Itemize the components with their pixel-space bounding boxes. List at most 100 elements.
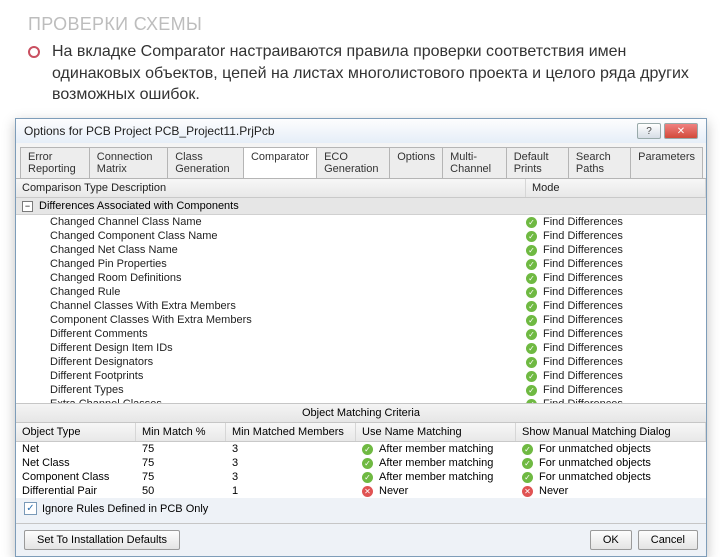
subfooter: ✓ Ignore Rules Defined in PCB Only — [16, 498, 706, 523]
cell-desc: Different Designators — [16, 356, 526, 368]
cell-desc: Component Classes With Extra Members — [16, 314, 526, 326]
cell-desc: Different Comments — [16, 328, 526, 340]
check-icon: ✓ — [362, 458, 373, 469]
cell-mode[interactable]: ✓Find Differences — [526, 300, 706, 312]
cell-desc: Different Design Item IDs — [16, 342, 526, 354]
cancel-button[interactable]: Cancel — [638, 530, 698, 550]
grid-rows: Changed Channel Class Name✓Find Differen… — [16, 215, 706, 403]
cell-desc: Changed Net Class Name — [16, 244, 526, 256]
table-row[interactable]: Different Footprints✓Find Differences — [16, 369, 706, 383]
tab-error-reporting[interactable]: Error Reporting — [20, 147, 90, 178]
check-icon: ✓ — [526, 217, 537, 228]
cell-mode[interactable]: ✓Find Differences — [526, 384, 706, 396]
bullet-icon — [28, 46, 40, 58]
cell-mode[interactable]: ✓Find Differences — [526, 342, 706, 354]
check-icon: ✓ — [522, 458, 533, 469]
ok-button[interactable]: OK — [590, 530, 632, 550]
check-icon: ✓ — [362, 444, 373, 455]
check-icon: ✓ — [522, 444, 533, 455]
comparator-panel: Comparison Type Description Mode − Diffe… — [16, 179, 706, 556]
bullet-row: На вкладке Comparator настраиваются прав… — [0, 41, 720, 116]
table-row[interactable]: Changed Room Definitions✓Find Difference… — [16, 271, 706, 285]
cell-desc: Different Types — [16, 384, 526, 396]
tab-options[interactable]: Options — [389, 147, 443, 178]
cell-mode[interactable]: ✓Find Differences — [526, 244, 706, 256]
col-use-name[interactable]: Use Name Matching — [356, 423, 516, 441]
cell-desc: Changed Room Definitions — [16, 272, 526, 284]
tabs: Error ReportingConnection MatrixClass Ge… — [16, 143, 706, 179]
collapse-icon[interactable]: − — [22, 201, 33, 212]
cell-mode[interactable]: ✓Find Differences — [526, 398, 706, 403]
set-defaults-button[interactable]: Set To Installation Defaults — [24, 530, 180, 550]
col-desc[interactable]: Comparison Type Description — [16, 179, 526, 197]
slide-title: ПРОВЕРКИ СХЕМЫ — [0, 0, 720, 41]
help-button[interactable]: ? — [637, 123, 661, 139]
cell-mode[interactable]: ✓Find Differences — [526, 314, 706, 326]
check-icon: ✓ — [526, 371, 537, 382]
cell-mode[interactable]: ✓Find Differences — [526, 272, 706, 284]
cell-desc: Changed Component Class Name — [16, 230, 526, 242]
checkbox-label: Ignore Rules Defined in PCB Only — [42, 503, 208, 515]
table-row[interactable]: Changed Component Class Name✓Find Differ… — [16, 229, 706, 243]
criteria-title: Object Matching Criteria — [16, 403, 706, 423]
tab-parameters[interactable]: Parameters — [630, 147, 703, 178]
cell-mode[interactable]: ✓Find Differences — [526, 230, 706, 242]
tab-default-prints[interactable]: Default Prints — [506, 147, 569, 178]
table-row[interactable]: Different Types✓Find Differences — [16, 383, 706, 397]
group-row[interactable]: − Differences Associated with Components — [16, 198, 706, 215]
col-show-dialog[interactable]: Show Manual Matching Dialog — [516, 423, 706, 441]
table-row[interactable]: Different Comments✓Find Differences — [16, 327, 706, 341]
tab-comparator[interactable]: Comparator — [243, 147, 317, 178]
tab-eco-generation[interactable]: ECO Generation — [316, 147, 390, 178]
cell-mode[interactable]: ✓Find Differences — [526, 356, 706, 368]
check-icon: ✓ — [526, 399, 537, 404]
cell-mode[interactable]: ✓Find Differences — [526, 286, 706, 298]
check-icon: ✓ — [526, 329, 537, 340]
col-min-match[interactable]: Min Match % — [136, 423, 226, 441]
check-icon: ✓ — [526, 315, 537, 326]
check-icon: ✓ — [526, 301, 537, 312]
cell-mode[interactable]: ✓Find Differences — [526, 328, 706, 340]
cell-mode[interactable]: ✓Find Differences — [526, 370, 706, 382]
grid-header: Comparison Type Description Mode — [16, 179, 706, 198]
check-icon: ✓ — [362, 472, 373, 483]
cell-mode[interactable]: ✓Find Differences — [526, 258, 706, 270]
table-row[interactable]: Changed Net Class Name✓Find Differences — [16, 243, 706, 257]
table-row[interactable]: Extra Channel Classes✓Find Differences — [16, 397, 706, 403]
cell-desc: Extra Channel Classes — [16, 398, 526, 403]
table-row[interactable]: Changed Rule✓Find Differences — [16, 285, 706, 299]
cell-mode[interactable]: ✓Find Differences — [526, 216, 706, 228]
criteria-row[interactable]: Net Class753✓After member matching✓For u… — [16, 456, 706, 470]
ignore-rules-checkbox[interactable]: ✓ Ignore Rules Defined in PCB Only — [24, 502, 698, 515]
check-icon: ✓ — [526, 357, 537, 368]
table-row[interactable]: Component Classes With Extra Members✓Fin… — [16, 313, 706, 327]
tab-search-paths[interactable]: Search Paths — [568, 147, 631, 178]
table-row[interactable]: Different Designators✓Find Differences — [16, 355, 706, 369]
table-row[interactable]: Changed Pin Properties✓Find Differences — [16, 257, 706, 271]
tab-connection-matrix[interactable]: Connection Matrix — [89, 147, 168, 178]
col-object-type[interactable]: Object Type — [16, 423, 136, 441]
table-row[interactable]: Different Design Item IDs✓Find Differenc… — [16, 341, 706, 355]
cell-desc: Different Footprints — [16, 370, 526, 382]
criteria-header: Object Type Min Match % Min Matched Memb… — [16, 423, 706, 442]
cell-desc: Changed Rule — [16, 286, 526, 298]
close-button[interactable]: ✕ — [664, 123, 698, 139]
table-row[interactable]: Changed Channel Class Name✓Find Differen… — [16, 215, 706, 229]
check-icon: ✓ — [526, 343, 537, 354]
check-icon: ✓ — [526, 385, 537, 396]
col-min-members[interactable]: Min Matched Members — [226, 423, 356, 441]
check-icon: ✓ — [522, 472, 533, 483]
window-title: Options for PCB Project PCB_Project11.Pr… — [24, 124, 275, 138]
cell-desc: Changed Channel Class Name — [16, 216, 526, 228]
cell-desc: Changed Pin Properties — [16, 258, 526, 270]
tab-class-generation[interactable]: Class Generation — [167, 147, 244, 178]
table-row[interactable]: Channel Classes With Extra Members✓Find … — [16, 299, 706, 313]
criteria-rows: Net753✓After member matching✓For unmatch… — [16, 442, 706, 498]
tab-multi-channel[interactable]: Multi-Channel — [442, 147, 507, 178]
criteria-row[interactable]: Net753✓After member matching✓For unmatch… — [16, 442, 706, 456]
check-icon: ✓ — [526, 231, 537, 242]
col-mode[interactable]: Mode — [526, 179, 706, 197]
criteria-row[interactable]: Differential Pair501✕Never✕Never — [16, 484, 706, 498]
criteria-row[interactable]: Component Class753✓After member matching… — [16, 470, 706, 484]
group-label: Differences Associated with Components — [39, 200, 239, 212]
